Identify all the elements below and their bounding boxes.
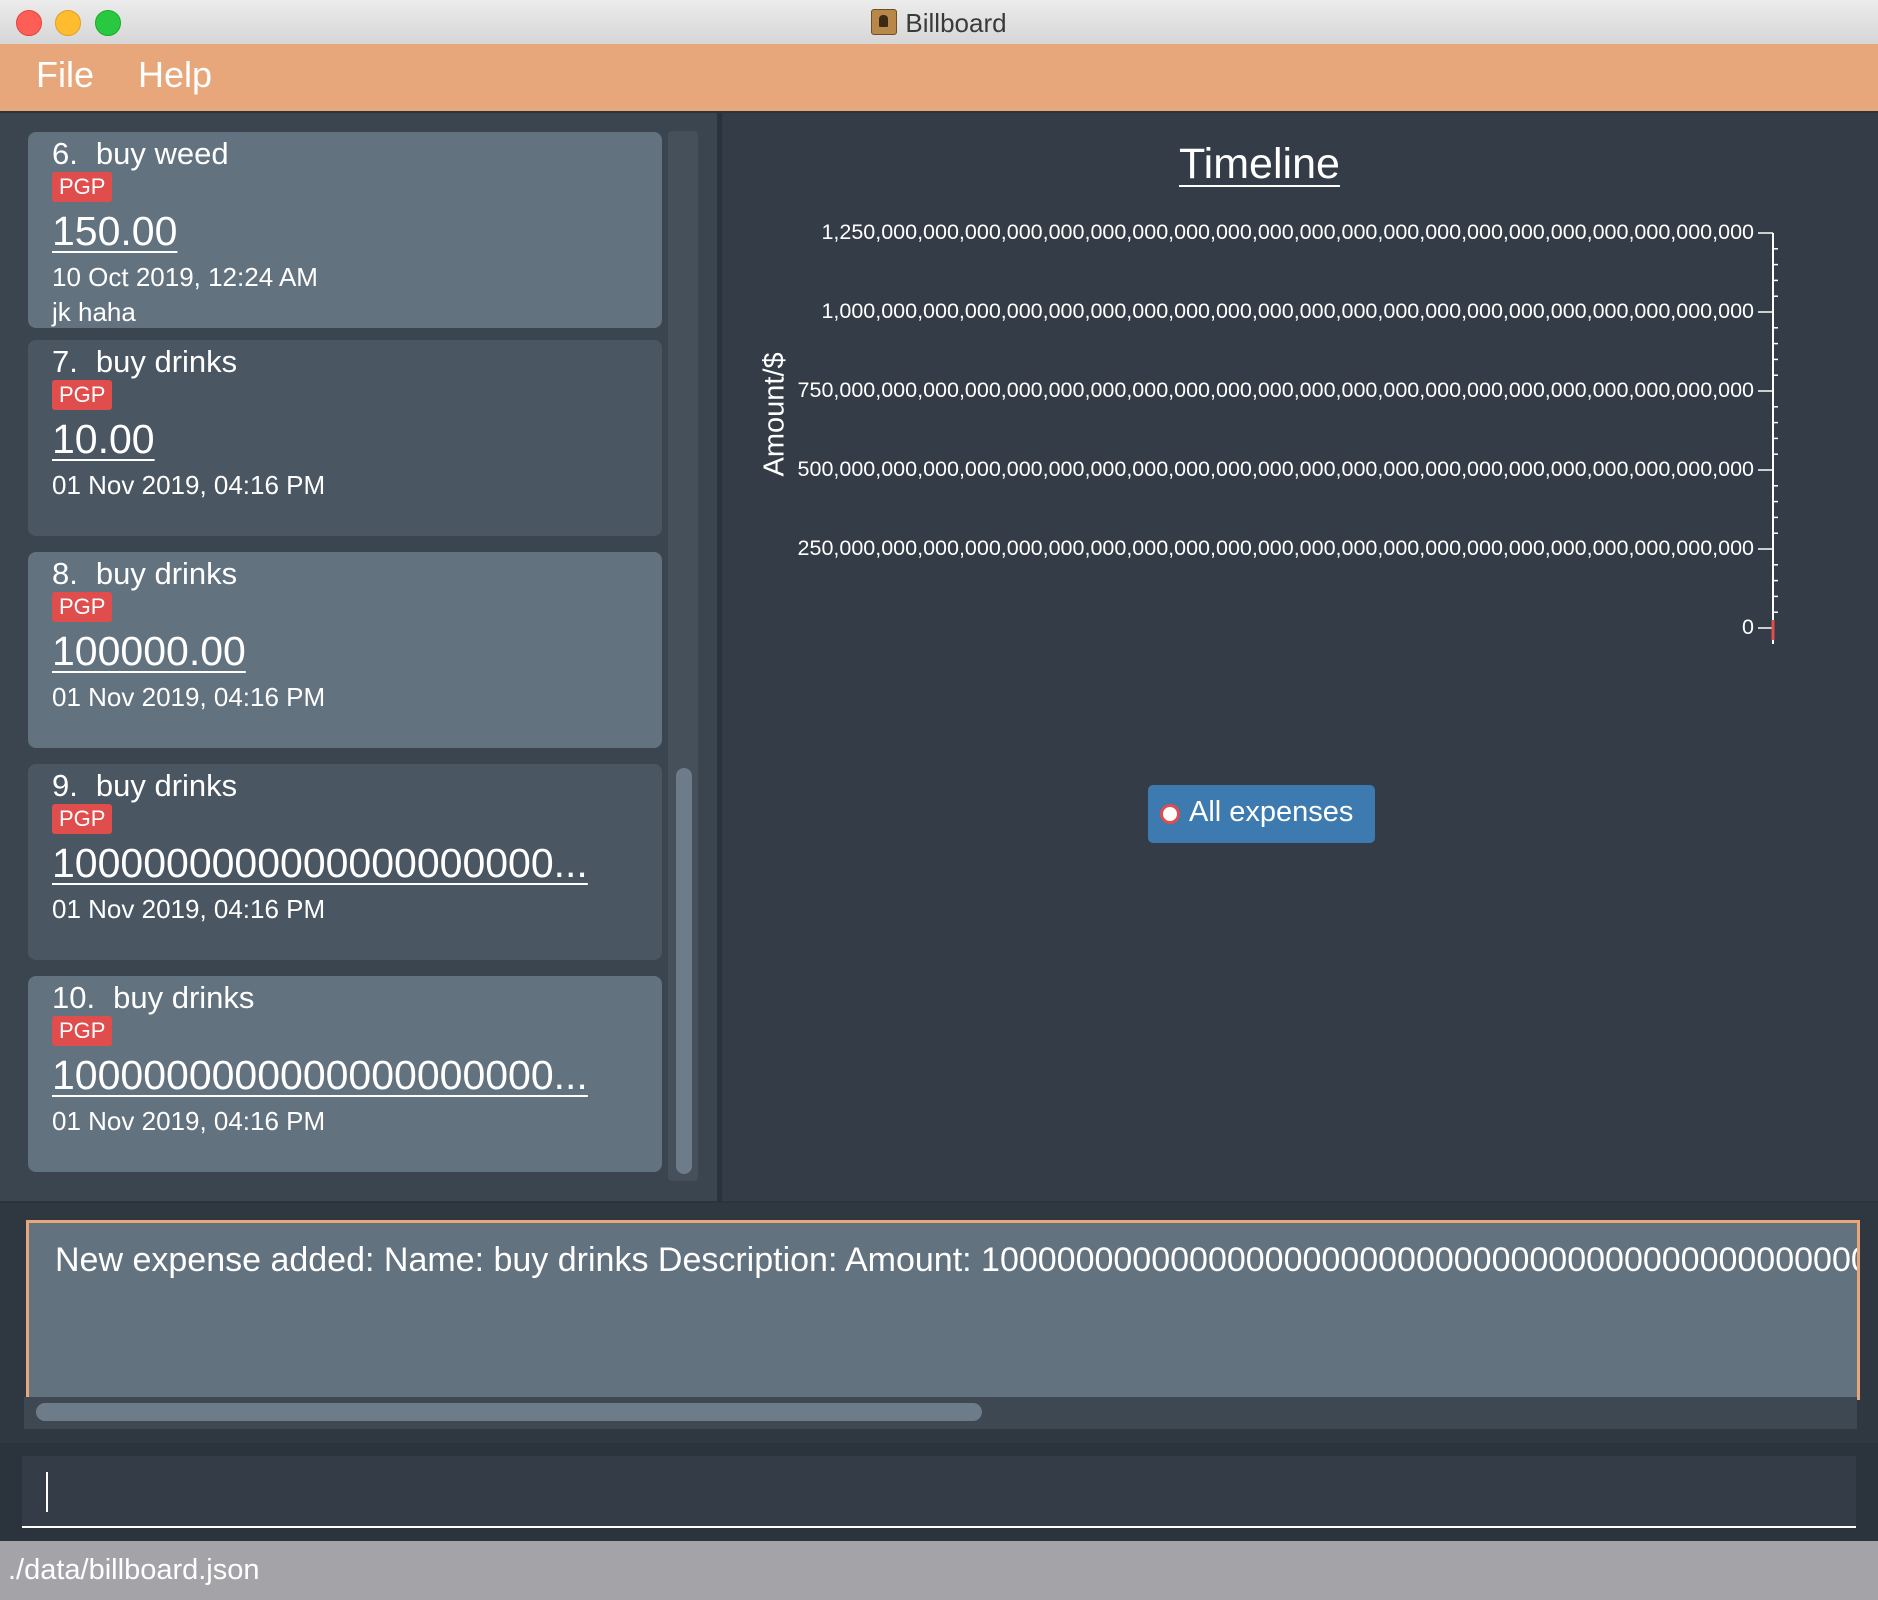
expense-header: 9. buy drinks: [52, 768, 237, 804]
chart-y-axis-label: Amount/$: [758, 352, 791, 477]
menu-bar: File Help: [0, 44, 1878, 113]
status-file-path: ./data/billboard.json: [8, 1554, 260, 1586]
window-title: Billboard: [0, 8, 1878, 39]
menu-file[interactable]: File: [36, 54, 94, 96]
expense-card[interactable]: 10. buy drinks PGP 1000000000000000000000…: [28, 976, 662, 1172]
expense-amount: 100000.00: [52, 628, 246, 674]
expense-index: 7.: [52, 344, 78, 379]
result-scrollbar-thumb[interactable]: [36, 1403, 982, 1421]
expense-date: 01 Nov 2019, 04:16 PM: [52, 682, 326, 712]
y-tick-label: 750,000,000,000,000,000,000,000,000,000,…: [797, 378, 1754, 402]
y-tick-label: 1,000,000,000,000,000,000,000,000,000,00…: [821, 299, 1754, 323]
expense-tag: PGP: [52, 380, 113, 410]
expense-date: 10 Oct 2019, 12:24 AM: [52, 262, 318, 292]
expense-card[interactable]: 9. buy drinks PGP 1000000000000000000000.…: [28, 764, 662, 960]
result-display[interactable]: New expense added: Name: buy drinks Desc…: [26, 1220, 1860, 1400]
expense-card[interactable]: 8. buy drinks PGP 100000.00 01 Nov 2019, …: [28, 552, 662, 748]
expense-index: 6.: [52, 136, 78, 171]
expense-tag: PGP: [52, 592, 113, 622]
expense-name: buy weed: [95, 136, 229, 171]
expense-name: buy drinks: [95, 344, 238, 379]
status-bar: ./data/billboard.json: [0, 1541, 1878, 1600]
legend-marker-icon: [1160, 804, 1180, 824]
command-input[interactable]: [22, 1456, 1856, 1528]
expense-index: 10.: [52, 980, 96, 1015]
chart-title: Timeline: [1179, 140, 1340, 188]
expense-header: 10. buy drinks: [52, 980, 254, 1016]
y-tick-label: 1,250,000,000,000,000,000,000,000,000,00…: [821, 220, 1754, 244]
window-title-bar: Billboard: [0, 0, 1878, 45]
expense-name: buy drinks: [95, 768, 238, 803]
expense-amount: 1000000000000000000000...: [52, 840, 588, 886]
y-tick-label: 0: [1742, 615, 1754, 639]
expense-amount: 150.00: [52, 208, 178, 254]
timeline-chart-panel: [722, 113, 1878, 1201]
expense-tag: PGP: [52, 172, 113, 202]
expense-date: 01 Nov 2019, 04:16 PM: [52, 1106, 326, 1136]
expense-tag: PGP: [52, 804, 113, 834]
expense-amount: 10.00: [52, 416, 155, 462]
text-caret: [46, 1472, 48, 1512]
expense-tag: PGP: [52, 1016, 113, 1046]
y-tick-label: 250,000,000,000,000,000,000,000,000,000,…: [797, 536, 1754, 560]
legend-all-expenses-button[interactable]: All expenses: [1148, 785, 1375, 843]
window-title-text: Billboard: [905, 8, 1007, 38]
expense-index: 8.: [52, 556, 78, 591]
expense-description: jk haha: [52, 297, 136, 327]
list-scrollbar-thumb[interactable]: [676, 768, 692, 1174]
menu-help[interactable]: Help: [138, 54, 212, 96]
legend-label: All expenses: [1189, 796, 1354, 828]
app-icon: [871, 9, 898, 35]
expense-header: 6. buy weed: [52, 136, 229, 172]
expense-amount: 1000000000000000000000...: [52, 1052, 588, 1098]
expense-header: 8. buy drinks: [52, 556, 237, 592]
expense-date: 01 Nov 2019, 04:16 PM: [52, 894, 326, 924]
expense-name: buy drinks: [113, 980, 255, 1015]
expense-index: 9.: [52, 768, 78, 803]
expense-name: buy drinks: [95, 556, 238, 591]
expense-card[interactable]: 6. buy weed PGP 150.00 10 Oct 2019, 12:24…: [28, 132, 662, 328]
expense-header: 7. buy drinks: [52, 344, 237, 380]
expense-card[interactable]: 7. buy drinks PGP 10.00 01 Nov 2019, 04:1…: [28, 340, 662, 536]
y-tick-label: 500,000,000,000,000,000,000,000,000,000,…: [797, 457, 1754, 481]
result-text: New expense added: Name: buy drinks Desc…: [55, 1241, 1857, 1279]
expense-date: 01 Nov 2019, 04:16 PM: [52, 470, 326, 500]
